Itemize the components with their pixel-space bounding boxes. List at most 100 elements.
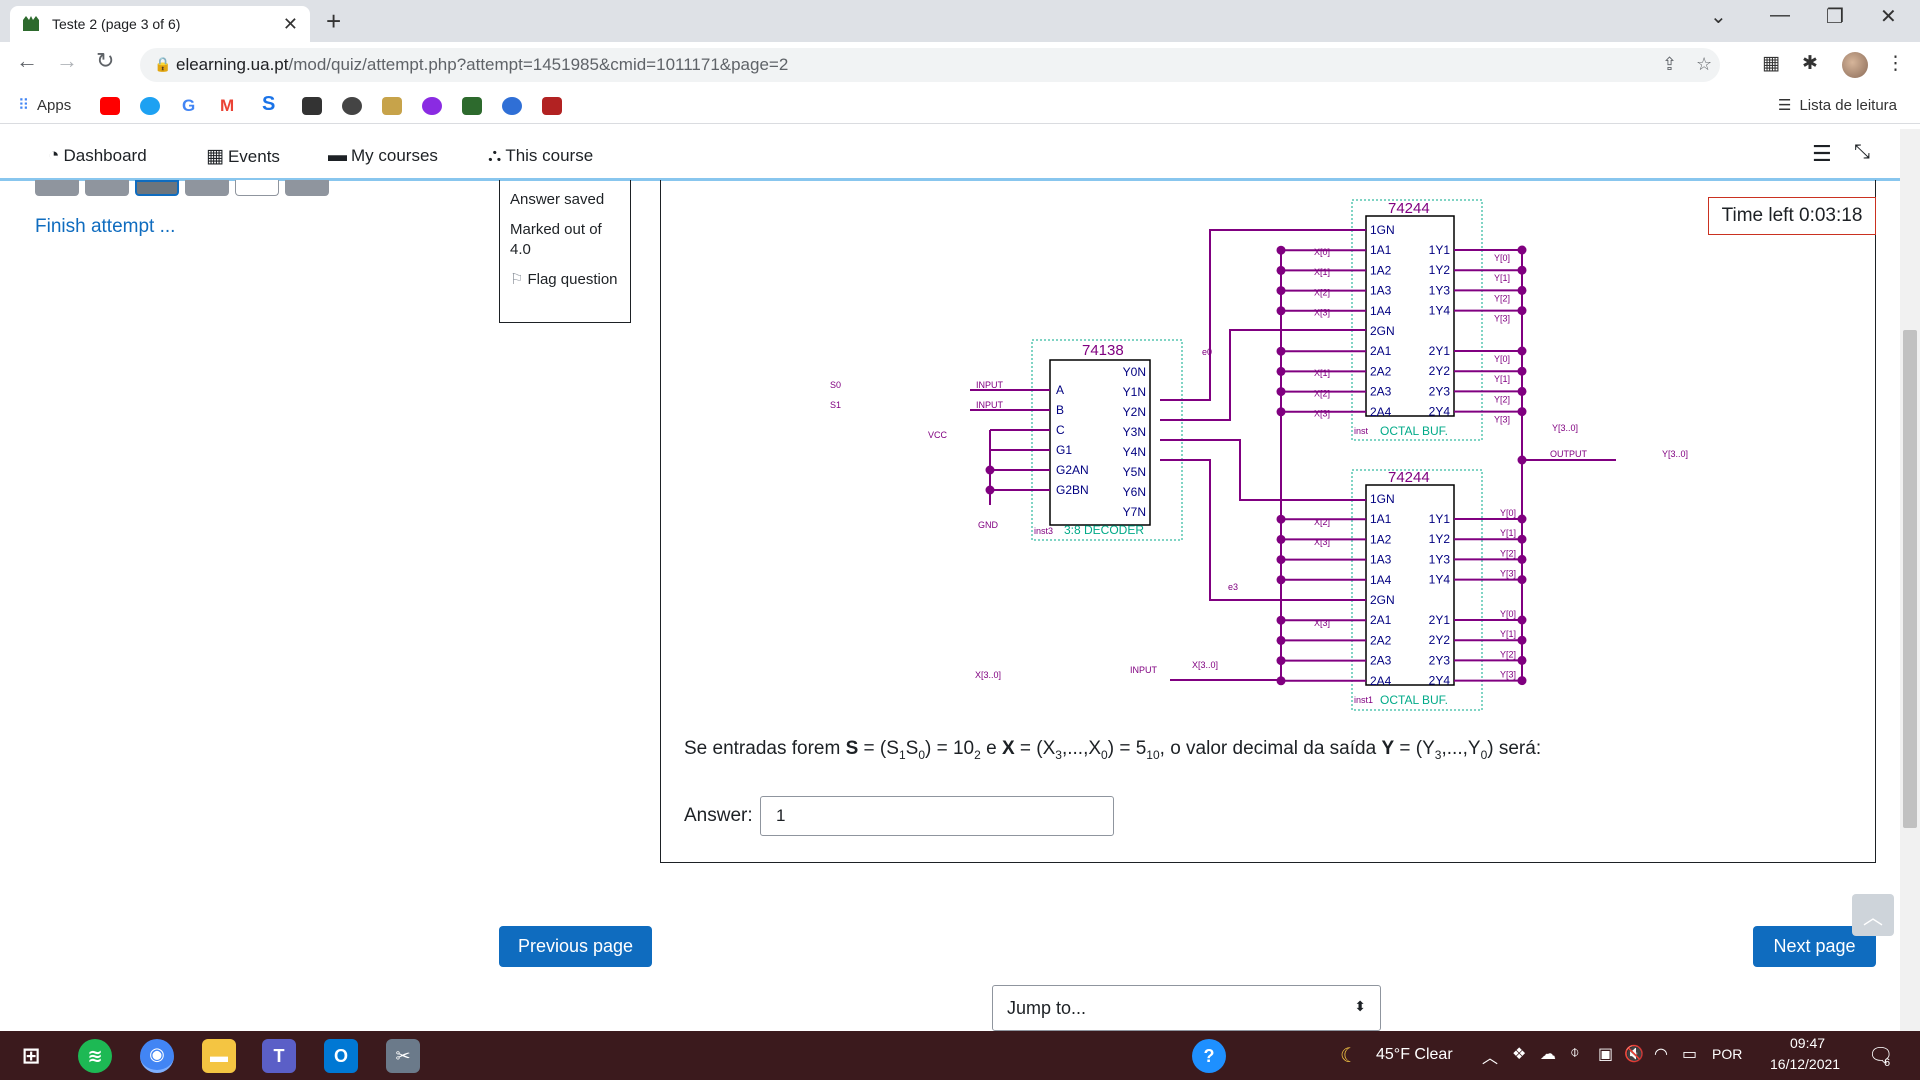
wifi-icon[interactable]: ◠	[1654, 1044, 1668, 1064]
help-icon[interactable]: ?	[1192, 1039, 1226, 1073]
circle-app-icon[interactable]	[342, 97, 362, 115]
bottom-buffer-name: OCTAL BUF.	[1380, 693, 1448, 707]
paco-icon[interactable]	[542, 97, 562, 115]
buffer-pin-bottom-1gn: 1GN	[1370, 492, 1395, 506]
buffer-pin-top-2gn: 2GN	[1370, 324, 1395, 338]
language-indicator[interactable]: POR	[1712, 1046, 1742, 1062]
battery-plug-icon[interactable]: ⌽	[1570, 1044, 1580, 1062]
moodle-favicon-icon	[23, 16, 39, 31]
extension-grid-icon[interactable]: ▦	[1762, 52, 1780, 75]
bookmark-star-icon[interactable]: ☆	[1696, 54, 1712, 75]
minimize-icon[interactable]: —	[1770, 4, 1790, 27]
back-to-top-button[interactable]: ︿	[1852, 894, 1894, 936]
y-bus-junction-bottom-0	[1517, 514, 1527, 524]
buffer-pin-bottom-1y3: 1Y3	[1429, 552, 1451, 566]
reload-icon[interactable]: ↻	[96, 48, 114, 74]
y-wire-label-bottom-4: Y[0]	[1500, 609, 1516, 619]
page-scrollbar-thumb[interactable]	[1903, 330, 1917, 828]
finish-attempt-link[interactable]: Finish attempt ...	[35, 216, 175, 238]
collapse-menu-icon[interactable]: ☰	[1812, 141, 1832, 167]
new-tab-icon[interactable]: +	[326, 6, 341, 36]
x-wire-label-top-4: X[1]	[1314, 368, 1330, 378]
browser-tab[interactable]: Teste 2 (page 3 of 6) ✕	[10, 6, 310, 42]
nav-events-label: Events	[227, 146, 280, 166]
volume-mute-icon[interactable]: 🔇	[1624, 1044, 1644, 1064]
nav-my-courses[interactable]: ▬ My courses	[328, 145, 438, 167]
y-bus-junction-bottom-4	[1517, 615, 1527, 625]
calendar-icon: ▦	[206, 146, 224, 167]
quiz-nav-question-4[interactable]	[185, 180, 229, 196]
chrome-icon[interactable]: ◉	[140, 1039, 174, 1073]
buffer-pin-top-1y4: 1Y4	[1429, 304, 1451, 318]
google-icon[interactable]: G	[182, 96, 195, 116]
decoder-pin-g2an: G2AN	[1056, 463, 1089, 477]
clock-time[interactable]: 09:47	[1790, 1035, 1825, 1051]
fullscreen-exit-icon[interactable]: ⤡	[1854, 141, 1870, 164]
flag-question[interactable]: ⚐ Flag question	[510, 270, 620, 290]
spotify-icon[interactable]: ≋	[78, 1039, 112, 1073]
jump-to-select[interactable]: Jump to... ⬍	[992, 985, 1381, 1031]
snipping-tool-icon[interactable]: ✂	[386, 1039, 420, 1073]
quiz-nav-question-2[interactable]	[85, 180, 129, 196]
reading-list[interactable]: ☰ Lista de leitura	[1778, 96, 1897, 115]
display-icon[interactable]: ▣	[1598, 1044, 1613, 1064]
moon-weather-icon: ☾	[1340, 1045, 1358, 1067]
x-bus-junction-bottom-3	[1276, 555, 1286, 565]
menu-dots-icon[interactable]: ⋮	[1886, 52, 1905, 75]
jump-to-label: Jump to...	[1007, 997, 1087, 1018]
youtube-icon[interactable]	[100, 97, 120, 115]
twitter-icon[interactable]	[140, 97, 160, 115]
quiz-nav-question-1[interactable]	[35, 180, 79, 196]
car-icon[interactable]	[302, 97, 322, 115]
file-explorer-icon[interactable]: ▬	[202, 1039, 236, 1073]
skype-icon[interactable]: S	[262, 93, 275, 116]
answer-input[interactable]	[760, 796, 1114, 836]
y-wire-label-bottom-2: Y[2]	[1500, 548, 1516, 558]
battery-icon[interactable]: ▭	[1682, 1044, 1697, 1064]
moodle-bookmark-icon[interactable]	[462, 97, 482, 115]
teams-icon[interactable]: T	[262, 1039, 296, 1073]
swirl-app-icon[interactable]	[502, 97, 522, 115]
forward-icon[interactable]: →	[56, 48, 78, 74]
top-buffer-name: OCTAL BUF.	[1380, 424, 1448, 438]
s0-label: S0	[830, 380, 841, 390]
y-bus-junction-bottom-5	[1517, 635, 1527, 645]
nav-dashboard-label: Dashboard	[63, 146, 147, 165]
back-icon[interactable]: ←	[16, 48, 38, 74]
address-bar[interactable]: 🔒 elearning.ua.pt/mod/quiz/attempt.php?a…	[140, 48, 1720, 82]
quiz-nav-question-6[interactable]	[285, 180, 329, 196]
close-window-icon[interactable]: ✕	[1880, 4, 1897, 29]
question-state: Answer saved	[510, 191, 605, 208]
quiz-nav-question-5[interactable]	[235, 180, 279, 196]
s1-label: S1	[830, 400, 841, 410]
e0-label: e0	[1202, 347, 1212, 357]
clock-date[interactable]: 16/12/2021	[1770, 1056, 1840, 1072]
onedrive-icon[interactable]: ☁	[1540, 1044, 1556, 1064]
buffer-pin-top-1gn: 1GN	[1370, 223, 1395, 237]
outlook-icon[interactable]: O	[324, 1039, 358, 1073]
tray-chevron-up-icon[interactable]: ︿	[1482, 1044, 1498, 1068]
nav-this-course[interactable]: ⛬ This course	[488, 145, 593, 167]
weather-text[interactable]: 45°F Clear	[1376, 1046, 1453, 1064]
y-bus-junction-bottom-6	[1517, 655, 1527, 665]
quiz-nav-question-3[interactable]	[135, 180, 179, 196]
bookmark-apps[interactable]: ⠿ Apps	[18, 96, 71, 115]
tab-close-icon[interactable]: ✕	[283, 14, 298, 35]
share-icon[interactable]: ⇪	[1662, 54, 1677, 75]
previous-page-button[interactable]: Previous page	[499, 926, 652, 967]
gnd-label: GND	[978, 520, 999, 530]
x-wire-label-bottom-0: X[2]	[1314, 517, 1330, 527]
document-app-icon[interactable]	[382, 97, 402, 115]
profile-avatar[interactable]	[1842, 52, 1868, 78]
tab-search-icon[interactable]: ⌄	[1710, 4, 1727, 29]
extensions-puzzle-icon[interactable]: ✱	[1802, 52, 1818, 75]
nav-dashboard[interactable]: ◔ Dashboard	[48, 145, 147, 167]
x-bus-junction-top-6	[1276, 346, 1286, 356]
decoder-pin-y7n: Y7N	[1123, 505, 1146, 519]
nav-events[interactable]: ▦ Events	[206, 145, 280, 168]
purple-app-icon[interactable]	[422, 97, 442, 115]
windows-start-icon[interactable]: ⊞	[14, 1039, 48, 1073]
gmail-icon[interactable]: M	[220, 96, 234, 116]
restore-icon[interactable]: ❐	[1826, 4, 1844, 29]
dropbox-icon[interactable]: ❖	[1512, 1044, 1526, 1064]
